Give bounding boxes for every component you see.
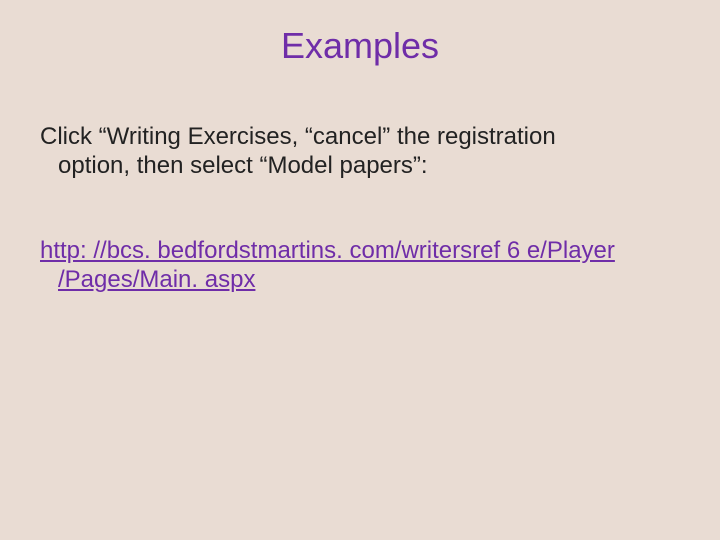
slide: Examples Click “Writing Exercises, “canc… [0,0,720,540]
instruction-line-1: Click “Writing Exercises, “cancel” the r… [40,123,556,150]
link-line-2: /Pages/Main. aspx [40,265,680,294]
link-line-1: http: //bcs. bedfordstmartins. com/write… [40,237,615,264]
instruction-text: Click “Writing Exercises, “cancel” the r… [40,122,680,181]
instruction-line-2: option, then select “Model papers”: [40,151,680,180]
reference-link[interactable]: http: //bcs. bedfordstmartins. com/write… [40,236,680,295]
slide-title: Examples [40,25,680,67]
